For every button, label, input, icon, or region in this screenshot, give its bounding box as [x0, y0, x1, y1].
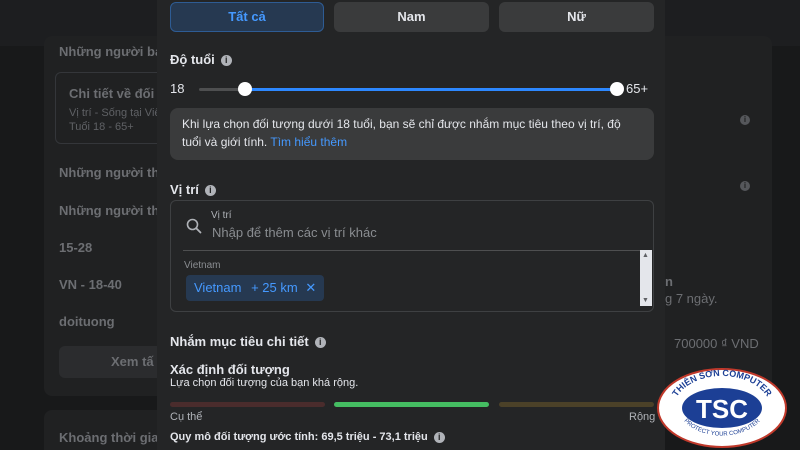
audience-definition-title: Xác định đối tượng [170, 362, 290, 377]
bg-see-all-label: Xem tấ [111, 354, 154, 369]
bg-right-heading: n [665, 274, 673, 289]
audience-size-estimate: Quy mô đối tượng ước tính: 69,5 triệu - … [170, 431, 445, 443]
bg-right-subtext: g 7 ngày. [665, 291, 718, 306]
bg-saved-audience-title: Những người bạ [59, 44, 163, 59]
age-max-handle[interactable] [610, 82, 624, 96]
age-slider-track[interactable] [199, 88, 617, 91]
bg-see-all-button[interactable]: Xem tấ [59, 346, 169, 378]
age-label: Độ tuổi [170, 52, 215, 67]
age-notice-text: Khi lựa chọn đối tượng dưới 18 tuổi, bạn… [182, 117, 621, 149]
bg-audience-item[interactable]: VN - 18-40 [59, 277, 122, 292]
search-icon [186, 218, 202, 234]
age-min-value: 18 [170, 81, 185, 96]
location-label: Vị trí [170, 182, 199, 197]
scroll-up-icon[interactable]: ▲ [642, 252, 649, 259]
tsc-logo: THIÊN SƠN COMPUTER TSC PROTECT YOUR COMP… [657, 368, 787, 448]
bg-info-icon: i [740, 181, 750, 191]
bg-duration-title: Khoảng thời gia [59, 430, 159, 445]
detailed-targeting-label: Nhắm mục tiêu chi tiết [170, 334, 309, 349]
bg-budget-value: 700000 ₫ VND [674, 336, 759, 351]
scroll-down-icon[interactable]: ▼ [642, 297, 649, 304]
bg-audience-item[interactable]: 15-28 [59, 240, 92, 255]
gender-option-male[interactable]: Nam [334, 2, 489, 32]
divider [183, 250, 641, 251]
location-chip[interactable]: Vietnam + 25 km ✕ [186, 275, 325, 301]
bg-detail-title: Chi tiết về đối t [69, 86, 163, 101]
location-radius[interactable]: + 25 km [251, 280, 298, 295]
bg-audience-item[interactable]: Những người thíc [59, 203, 170, 218]
location-field-label: Vị trí [211, 210, 232, 221]
meter-specific-label: Cụ thể [170, 411, 203, 423]
audience-definition-description: Lựa chọn đối tượng của bạn khá rộng. [170, 377, 359, 389]
close-icon[interactable]: ✕ [305, 280, 316, 295]
bg-audience-item[interactable]: doituong [59, 314, 115, 329]
info-icon[interactable]: i [204, 185, 216, 197]
info-icon[interactable]: i [433, 431, 445, 443]
info-icon[interactable]: i [220, 55, 232, 67]
bg-detail-age: Tuổi 18 - 65+ [69, 121, 134, 133]
meter-broad-label: Rộng [629, 411, 656, 423]
audience-meter-middle [334, 402, 489, 407]
location-section-title: Vị trí i [170, 182, 216, 197]
logo-abbr: TSC [696, 394, 748, 424]
age-section-title: Độ tuổi i [170, 52, 232, 67]
age-max-value: 65+ [626, 81, 649, 96]
audience-meter-broad [499, 402, 654, 407]
gender-option-female[interactable]: Nữ [499, 2, 654, 32]
audience-modal: Tất cả Nam Nữ Độ tuổi i 18 65+ Khi lựa ch… [157, 0, 665, 450]
country-label: Vietnam [184, 260, 221, 271]
location-box: Vị trí Nhập để thêm các vị trí khác Viet… [170, 200, 654, 312]
location-search-input[interactable]: Nhập để thêm các vị trí khác [212, 225, 377, 240]
info-icon[interactable]: i [314, 337, 326, 349]
location-chip-name: Vietnam [194, 280, 242, 295]
audience-size-text: Quy mô đối tượng ước tính: 69,5 triệu - … [170, 431, 428, 443]
learn-more-link[interactable]: Tìm hiểu thêm [270, 135, 347, 149]
bg-detail-location: Vị trí - Sống tại Việ [69, 107, 161, 119]
location-scrollbar[interactable]: ▲ ▼ [640, 250, 652, 306]
gender-option-all[interactable]: Tất cả [170, 2, 324, 32]
bg-audience-item[interactable]: Những người thíc [59, 165, 170, 180]
age-min-handle[interactable] [237, 82, 252, 96]
age-slider-fill [244, 88, 617, 91]
age-notice: Khi lựa chọn đối tượng dưới 18 tuổi, bạn… [170, 108, 654, 160]
bg-info-icon: i [740, 115, 750, 125]
detailed-targeting-title: Nhắm mục tiêu chi tiết i [170, 334, 326, 349]
audience-meter-specific [170, 402, 325, 407]
